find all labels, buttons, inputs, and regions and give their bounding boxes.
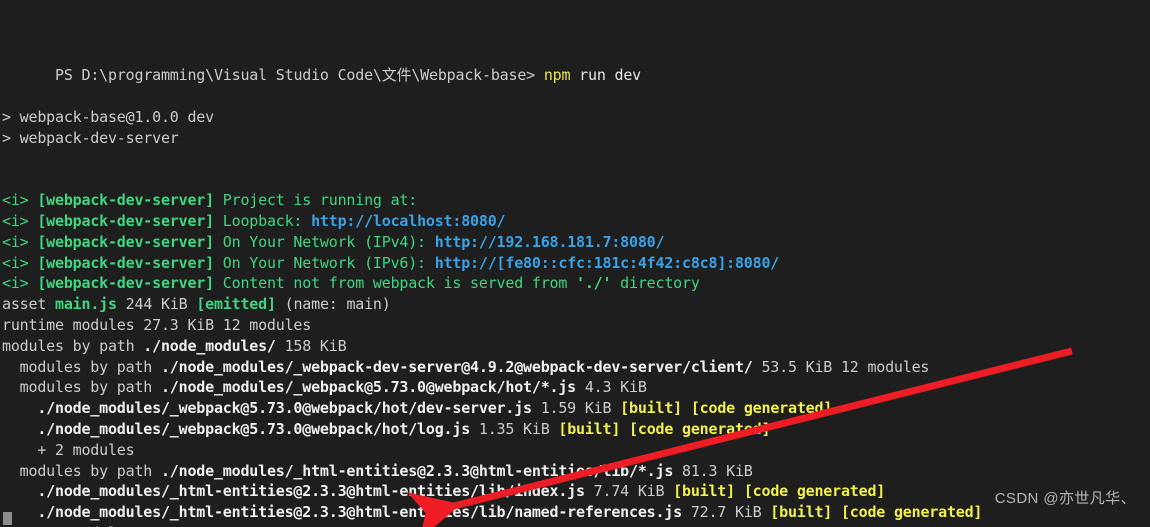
output-line-plus-2-modules-hot: + 2 modules bbox=[2, 440, 1150, 461]
segment: Loopback: bbox=[213, 211, 312, 230]
output-line-module-hot-dev-server: ./node_modules/_webpack@5.73.0@webpack/h… bbox=[2, 398, 1150, 419]
segment bbox=[2, 420, 37, 438]
segment: <i> bbox=[2, 232, 38, 251]
segment: modules by path bbox=[2, 461, 161, 480]
segment: [built] bbox=[673, 482, 735, 501]
segment: runtime modules 27.3 KiB 12 modules bbox=[2, 315, 312, 334]
segment: 81.3 KiB bbox=[673, 461, 753, 480]
segment: main.js bbox=[55, 295, 117, 314]
output-line-module-hot-log: ./node_modules/_webpack@5.73.0@webpack/h… bbox=[2, 419, 1150, 440]
segment: [code generated] bbox=[743, 482, 886, 501]
segment: <i> bbox=[2, 191, 38, 210]
segment: [emitted] bbox=[196, 295, 276, 314]
output-line-dev-server-content-from: <i> [webpack-dev-server] Content not fro… bbox=[2, 273, 1150, 294]
segment: <i> bbox=[2, 253, 38, 272]
segment: ./node_modules/_html-entities@2.3.3@html… bbox=[37, 482, 585, 501]
segment: ./node_modules/_webpack@5.73.0@webpack/h… bbox=[37, 399, 532, 418]
prompt-line: PS D:\programming\Visual Studio Code\文件\… bbox=[2, 45, 1150, 84]
segment: http://localhost:8080/ bbox=[311, 211, 506, 230]
output-line-module-html-entities-index: ./node_modules/_html-entities@2.3.3@html… bbox=[2, 481, 1150, 502]
segment: 53.5 KiB 12 modules bbox=[752, 357, 930, 376]
segment: [built] bbox=[620, 399, 682, 418]
output-line-module-html-entities-named-references: ./node_modules/_html-entities@2.3.3@html… bbox=[2, 502, 1150, 523]
segment: ./node_modules/_webpack@5.73.0@webpack/h… bbox=[160, 378, 577, 397]
segment: Content not from webpack is served from bbox=[213, 274, 577, 293]
command-name: npm bbox=[543, 66, 571, 85]
output-line-modules-by-path-html-entities: modules by path ./node_modules/_html-ent… bbox=[2, 461, 1150, 482]
segment: directory bbox=[611, 274, 700, 293]
segment: + 2 modules bbox=[2, 440, 135, 459]
segment: > webpack-base@1.0.0 dev bbox=[2, 107, 214, 126]
segment bbox=[832, 503, 841, 521]
output-line-dev-server-ipv4: <i> [webpack-dev-server] On Your Network… bbox=[2, 232, 1150, 253]
segment: [webpack-dev-server] bbox=[37, 211, 214, 230]
segment: ./node_modules/ bbox=[143, 336, 276, 355]
output-line-spacer-1 bbox=[2, 149, 1150, 170]
segment: [webpack-dev-server] bbox=[37, 253, 214, 272]
segment: [code generated] bbox=[629, 419, 771, 438]
segment: Project is running at: bbox=[213, 191, 418, 210]
segment: 4.3 KiB bbox=[576, 378, 647, 397]
segment: http://192.168.181.7:8080/ bbox=[434, 232, 665, 251]
segment: 244 KiB bbox=[116, 295, 197, 314]
segment: [webpack-dev-server] bbox=[37, 274, 214, 293]
segment: [code generated] bbox=[840, 503, 983, 522]
segment: 1.35 KiB bbox=[470, 419, 559, 438]
segment: [built] bbox=[558, 419, 621, 438]
terminal-output: PS D:\programming\Visual Studio Code\文件\… bbox=[0, 3, 1150, 527]
output-line-spacer-2 bbox=[2, 169, 1150, 190]
segment: modules by path bbox=[2, 336, 144, 355]
segment bbox=[2, 399, 37, 417]
segment: 72.7 KiB bbox=[681, 503, 771, 522]
terminal-window[interactable]: PS D:\programming\Visual Studio Code\文件\… bbox=[0, 0, 1150, 527]
segment: modules by path bbox=[2, 378, 161, 397]
segment: './' bbox=[576, 274, 612, 293]
segment: (name: main) bbox=[275, 295, 391, 314]
segment: 7.74 KiB bbox=[584, 482, 674, 501]
segment bbox=[735, 482, 744, 500]
segment: [code generated] bbox=[690, 399, 833, 418]
segment: 158 KiB bbox=[275, 336, 347, 355]
segment: [built] bbox=[770, 503, 833, 522]
segment: [webpack-dev-server] bbox=[37, 191, 214, 210]
segment: [webpack-dev-server] bbox=[37, 232, 214, 251]
output-line-list: > webpack-base@1.0.0 dev > webpack-dev-se… bbox=[2, 107, 1150, 527]
segment: > webpack-dev-server bbox=[2, 128, 179, 147]
segment: ./node_modules/_html-entities@2.3.3@html… bbox=[37, 503, 682, 522]
segment: asset bbox=[2, 295, 55, 314]
command-args: run dev bbox=[570, 66, 641, 85]
output-line-asset-main-js: asset main.js 244 KiB [emitted] (name: m… bbox=[2, 294, 1150, 315]
output-line-runtime-modules: runtime modules 27.3 KiB 12 modules bbox=[2, 315, 1150, 336]
segment: ./node_modules/_webpack@5.73.0@webpack/h… bbox=[37, 419, 471, 438]
segment: 1.59 KiB bbox=[531, 399, 621, 418]
segment: http://[fe80::cfc:181c:4f42:c8c8]:8080/ bbox=[434, 253, 780, 272]
prompt-prefix: PS bbox=[55, 66, 82, 85]
segment bbox=[682, 399, 691, 417]
segment: modules by path bbox=[2, 357, 161, 376]
output-line-modules-by-path-node-modules: modules by path ./node_modules/ 158 KiB bbox=[2, 336, 1150, 357]
output-line-modules-by-path-dev-server-client: modules by path ./node_modules/_webpack-… bbox=[2, 357, 1150, 378]
segment: On Your Network (IPv4): bbox=[213, 232, 435, 251]
output-line-npm-script-name: > webpack-base@1.0.0 dev bbox=[2, 107, 1150, 128]
segment: ./node_modules/_html-entities@2.3.3@html… bbox=[160, 461, 674, 480]
csdn-watermark: CSDN @亦世凡华、 bbox=[994, 490, 1136, 507]
prompt-path: D:\programming\Visual Studio Code\文件\Web… bbox=[81, 66, 527, 85]
segment bbox=[620, 420, 629, 438]
output-line-modules-by-path-webpack-hot: modules by path ./node_modules/_webpack@… bbox=[2, 377, 1150, 398]
segment: ./node_modules/_webpack-dev-server@4.9.2… bbox=[160, 357, 753, 376]
segment: <i> bbox=[2, 274, 38, 293]
prompt-suffix: > bbox=[526, 66, 544, 85]
segment: On Your Network (IPv6): bbox=[213, 253, 435, 272]
output-line-dev-server-project-running: <i> [webpack-dev-server] Project is runn… bbox=[2, 190, 1150, 211]
output-line-dev-server-loopback: <i> [webpack-dev-server] Loopback: http:… bbox=[2, 211, 1150, 232]
segment bbox=[2, 482, 37, 500]
output-line-npm-script-cmd: > webpack-dev-server bbox=[2, 128, 1150, 149]
output-line-dev-server-ipv6: <i> [webpack-dev-server] On Your Network… bbox=[2, 253, 1150, 274]
text-cursor bbox=[3, 512, 12, 525]
output-line-plus-2-modules-html-entities: + 2 modules bbox=[2, 523, 1150, 527]
segment: <i> bbox=[2, 211, 38, 230]
